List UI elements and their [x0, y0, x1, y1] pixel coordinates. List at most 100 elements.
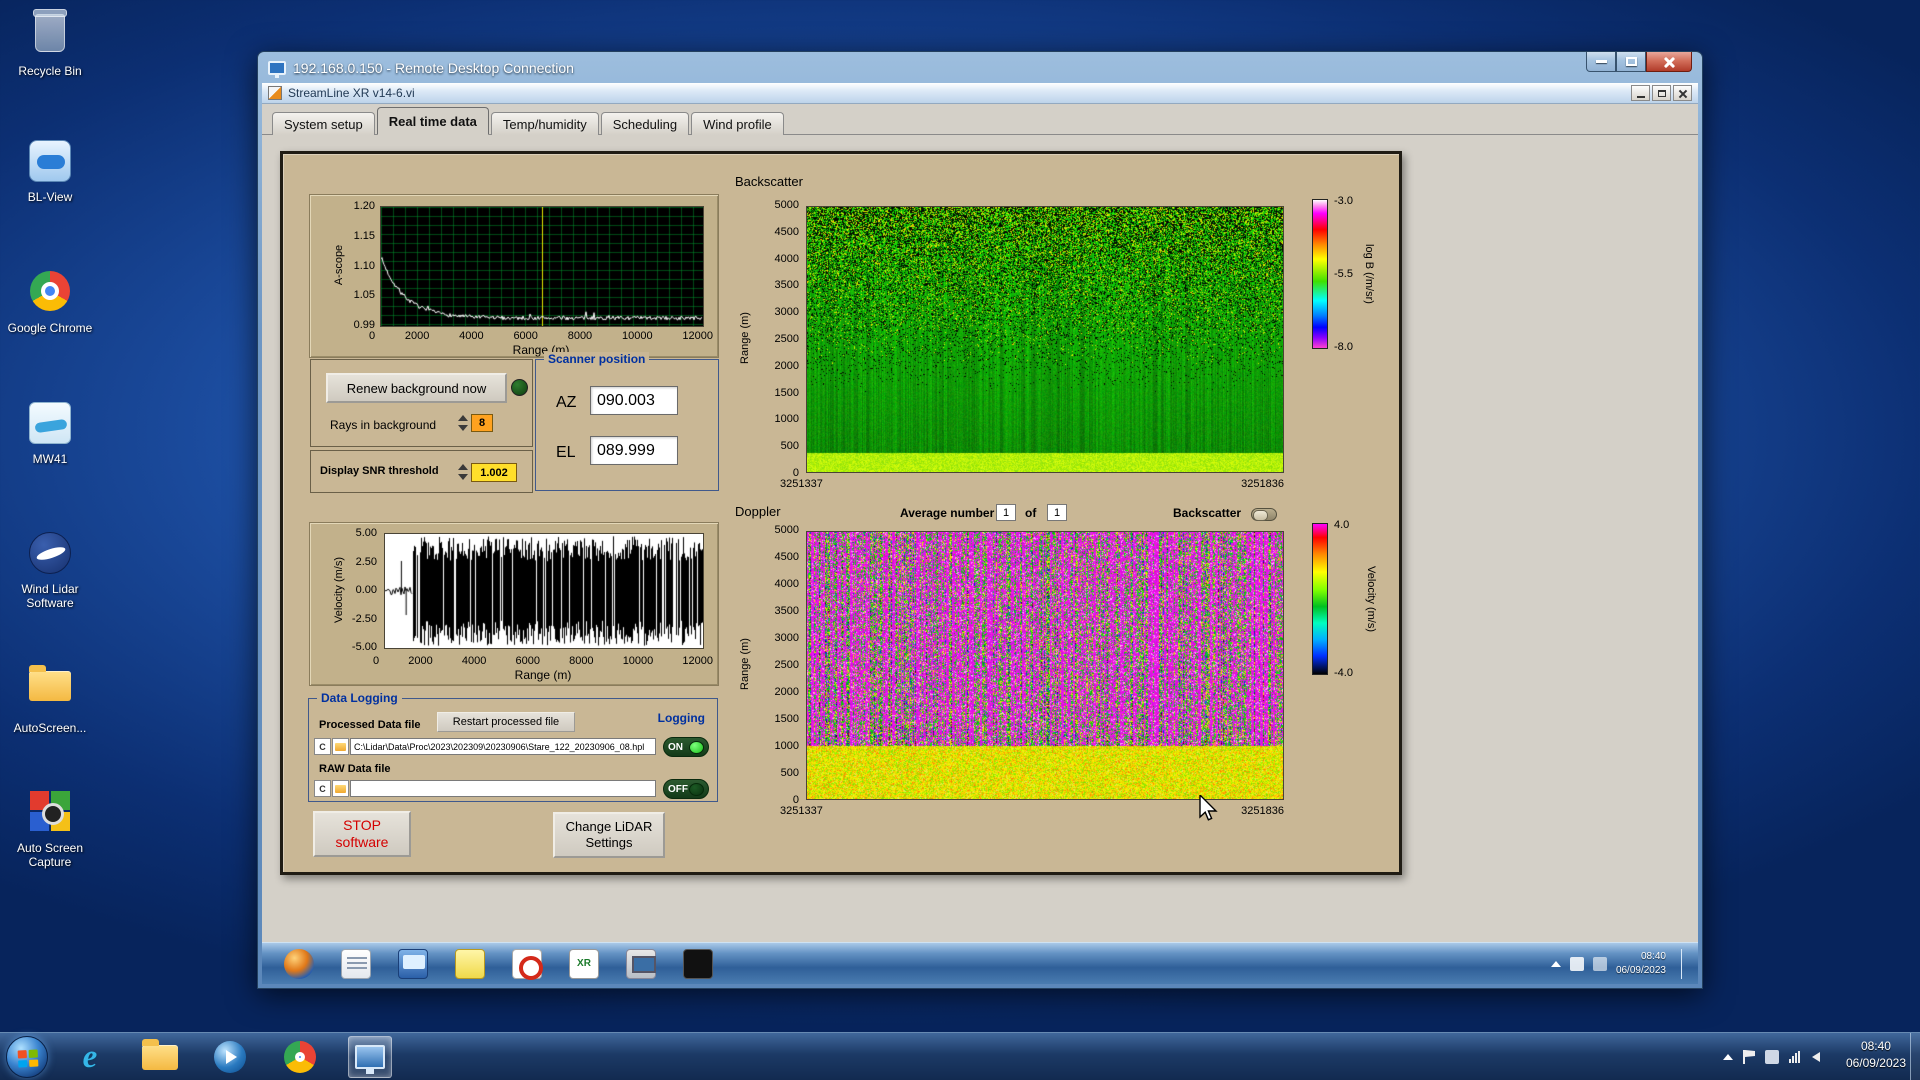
screen-capture-app-icon[interactable] [626, 949, 656, 979]
of-label: of [1025, 506, 1036, 520]
screen: { "desktop": { "icons": [ {"label": "Rec… [0, 0, 1920, 1080]
maximize-button[interactable] [1616, 52, 1646, 72]
doppler-section-title: Doppler [735, 504, 781, 519]
rays-stepper[interactable] [457, 414, 468, 432]
backscatter-toggle-label: Backscatter [1173, 506, 1241, 520]
snr-threshold-label: Display SNR threshold [320, 465, 439, 477]
desktop-icon-label: Auto Screen Capture [4, 841, 96, 869]
remote-clock[interactable]: 08:40 06/09/2023 [1616, 950, 1666, 977]
processed-path-field[interactable]: C:\Lidar\Data\Proc\2023\202309\20230906\… [350, 738, 656, 755]
tick-label: 4000 [459, 330, 483, 342]
close-icon [1663, 56, 1675, 68]
backscatter-doppler-toggle[interactable] [1251, 508, 1277, 521]
desktop-icon-google-chrome[interactable]: Google Chrome [4, 268, 96, 335]
backscatter-y-axis-label: Range (m) [739, 312, 751, 364]
velocity-y-ticks: 5.002.500.00-2.50-5.00 [339, 527, 377, 653]
backscatter-section-title: Backscatter [735, 174, 803, 189]
remote-show-desktop[interactable] [1681, 949, 1690, 979]
tab-scheduling[interactable]: Scheduling [601, 112, 689, 135]
network-icon[interactable] [1789, 1051, 1802, 1063]
rdp-titlebar[interactable]: 192.168.0.150 - Remote Desktop Connectio… [258, 52, 1702, 83]
power-app-icon[interactable] [512, 949, 542, 979]
browse-folder-icon[interactable] [332, 780, 349, 797]
desktop-icon-auto-screen-capture[interactable]: Auto Screen Capture [4, 788, 96, 869]
tray-expand-icon[interactable] [1723, 1054, 1733, 1060]
remote-desktop-taskbar-button[interactable] [348, 1036, 392, 1078]
change-lidar-settings-button[interactable]: Change LiDAR Settings [553, 812, 665, 858]
drive-c-icon[interactable]: C [314, 780, 331, 797]
desktop-icon-autoscreen-folder[interactable]: AutoScreen... [4, 662, 96, 735]
app-minimize-button[interactable] [1631, 85, 1650, 101]
renew-background-button[interactable]: Renew background now [326, 373, 507, 403]
minimize-button[interactable] [1586, 52, 1616, 72]
desktop-icon-recycle-bin[interactable]: Recycle Bin [4, 10, 96, 78]
average-of-value[interactable]: 1 [1047, 504, 1067, 521]
snr-value[interactable]: 1.002 [471, 463, 517, 482]
console-window-icon[interactable] [683, 949, 713, 979]
file-explorer-button[interactable] [138, 1036, 182, 1078]
app-titlebar[interactable]: StreamLine XR v14-6.vi [262, 83, 1698, 104]
tab-page: A-scope 1.201.151.101.050.99 02000400060… [262, 135, 1698, 942]
app-close-button[interactable] [1673, 85, 1692, 101]
background-group: Renew background now Rays in background … [310, 359, 533, 447]
tab-system-setup[interactable]: System setup [272, 112, 375, 135]
doppler-heatmap [806, 531, 1284, 800]
rdp-window: 192.168.0.150 - Remote Desktop Connectio… [257, 51, 1703, 989]
internet-explorer-icon: e [83, 1039, 98, 1076]
start-button[interactable] [6, 1036, 48, 1078]
media-player-button[interactable] [208, 1036, 252, 1078]
az-label: AZ [556, 394, 576, 412]
restore-icon [1658, 90, 1666, 97]
snr-stepper[interactable] [457, 463, 468, 481]
average-number-value[interactable]: 1 [996, 504, 1016, 521]
raw-path-field[interactable] [350, 780, 656, 797]
show-desktop-button[interactable] [1910, 1033, 1920, 1080]
tick-label: 2000 [775, 686, 799, 698]
processed-logging-toggle[interactable]: ON [663, 737, 709, 757]
desktop-icon-mw41[interactable]: MW41 [4, 400, 96, 466]
tick-label: 2500 [775, 333, 799, 345]
tick-label: 500 [781, 440, 799, 452]
host-system-tray [1723, 1033, 1820, 1080]
tray-expand-icon[interactable] [1551, 961, 1561, 967]
ascope-x-ticks: 020004000600080001000012000 [369, 330, 713, 342]
screen-capture-icon [27, 791, 73, 837]
host-clock-time: 08:40 [1846, 1038, 1906, 1055]
browser-globe-icon[interactable] [284, 949, 314, 979]
tray-icon[interactable] [1765, 1050, 1779, 1064]
internet-explorer-button[interactable]: e [68, 1036, 112, 1078]
tick-label: 4500 [775, 551, 799, 563]
tab-label: Scheduling [613, 117, 677, 132]
rays-value[interactable]: 8 [471, 414, 493, 432]
drive-c-icon[interactable]: C [314, 738, 331, 755]
el-value[interactable]: 089.999 [590, 436, 678, 465]
minimize-icon [1596, 60, 1607, 63]
tray-icon[interactable] [1593, 957, 1607, 971]
restart-processed-file-button[interactable]: Restart processed file [437, 712, 575, 732]
close-button[interactable] [1646, 52, 1692, 72]
desktop-icon-bl-view[interactable]: BL-View [4, 138, 96, 204]
backscatter-colorbar-ticks: -3.0-5.5-8.0 [1334, 195, 1353, 353]
tab-temp-humidity[interactable]: Temp/humidity [491, 112, 599, 135]
raw-logging-toggle[interactable]: OFF [663, 779, 709, 799]
host-clock[interactable]: 08:40 06/09/2023 [1846, 1038, 1906, 1073]
desktop-icon-wind-lidar[interactable]: Wind Lidar Software [4, 530, 96, 610]
remote-desktop-app-icon[interactable] [398, 949, 428, 979]
stop-software-button[interactable]: STOP software [313, 811, 411, 857]
sticky-notes-icon[interactable] [455, 949, 485, 979]
tick-label: 1.05 [354, 289, 375, 301]
tick-label: 1500 [775, 713, 799, 725]
app-restore-button[interactable] [1652, 85, 1671, 101]
browse-folder-icon[interactable] [332, 738, 349, 755]
tray-icon[interactable] [1570, 957, 1584, 971]
tab-real-time-data[interactable]: Real time data [377, 107, 489, 135]
action-center-flag-icon[interactable] [1743, 1050, 1755, 1064]
tick-label: 4000 [775, 578, 799, 590]
tab-wind-profile[interactable]: Wind profile [691, 112, 784, 135]
tick-label: 1.15 [354, 230, 375, 242]
volume-icon[interactable] [1812, 1052, 1820, 1062]
xr-file-icon[interactable]: XR [569, 949, 599, 979]
chrome-button[interactable] [278, 1036, 322, 1078]
notepad-icon[interactable] [341, 949, 371, 979]
az-value[interactable]: 090.003 [590, 386, 678, 415]
